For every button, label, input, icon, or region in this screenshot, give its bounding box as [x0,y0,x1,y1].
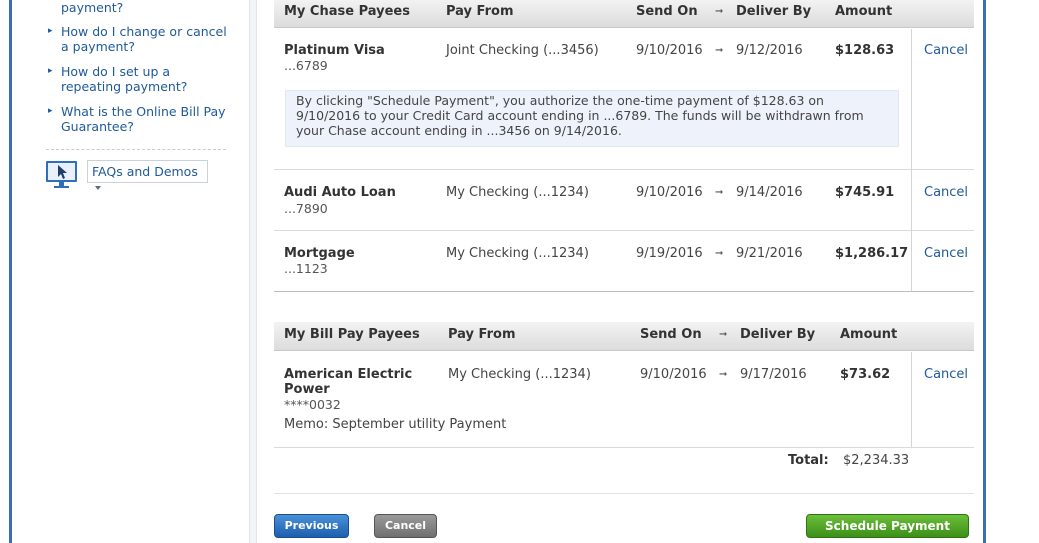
payment-amount: $73.62 [840,367,891,382]
total-value: $2,234.33 [843,453,910,468]
cancel-payment-link[interactable]: Cancel [924,185,968,200]
send-on-date: 9/10/2016 [636,43,703,58]
caret-down-icon [95,185,101,190]
sidebar-separator [249,0,257,543]
monitor-demo-icon[interactable] [45,158,78,190]
previous-button[interactable]: Previous [274,514,349,538]
authorization-notice: By clicking "Schedule Payment", you auth… [285,90,899,147]
cancel-payment-link[interactable]: Cancel [924,43,968,58]
deliver-by-date: 9/21/2016 [736,246,803,261]
sidebar-link-payment[interactable]: payment? [48,0,233,15]
table-bottom-border [274,291,974,292]
total-label: Total: [788,453,829,468]
payee-account: ...7890 [284,201,328,216]
header-pay-from: Pay From [448,327,516,342]
cancel-column-divider [911,352,912,447]
payee-name: Audi Auto Loan [284,185,396,200]
schedule-payment-button[interactable]: Schedule Payment [806,514,969,538]
arrow-right-icon: ➞ [719,369,728,380]
arrow-right-icon: ➞ [715,187,724,198]
payment-amount: $128.63 [835,43,895,58]
footer-divider [274,493,974,494]
header-deliver-by: Deliver By [736,4,812,19]
arrow-right-icon: ➞ [719,329,728,340]
header-send-on: Send On [636,4,698,19]
header-payee: My Bill Pay Payees [284,327,420,342]
billpay-table-header: My Bill Pay Payees Pay From Send On ➞ De… [274,322,974,351]
payee-account: ...6789 [284,58,328,73]
arrow-right-icon: ➞ [715,6,724,17]
header-deliver-by: Deliver By [740,327,816,342]
triangle-bullet-icon: ▸ [48,26,53,36]
send-on-date: 9/19/2016 [636,246,703,261]
arrow-right-icon: ➞ [715,45,724,56]
cancel-payment-link[interactable]: Cancel [924,246,968,261]
payment-amount: $1,286.17 [835,246,909,261]
payee-name: Platinum Visa [284,43,385,58]
payee-name: American Electric Power [284,367,413,397]
sidebar-link-repeating[interactable]: ▸ How do I set up a repeating payment? [48,64,233,94]
cancel-column-divider [911,29,912,291]
payment-memo: Memo: September utility Payment [284,417,507,432]
row-divider [274,447,974,448]
faqs-demos-dropdown[interactable]: FAQs and Demos [87,160,208,190]
header-payee: My Chase Payees [284,4,410,19]
payee-account: ...1123 [284,261,328,276]
payee-account: ****0032 [284,397,341,412]
cancel-button[interactable]: Cancel [374,514,437,538]
arrow-right-icon: ➞ [715,248,724,259]
payee-name: Mortgage [284,246,355,261]
sidebar-link-guarantee[interactable]: ▸ What is the Online Bill Pay Guarantee? [48,104,233,134]
header-send-on: Send On [640,327,702,342]
frame-right-border [983,0,986,543]
cancel-payment-link[interactable]: Cancel [924,367,968,382]
pay-from: Joint Checking (...3456) [446,43,599,58]
pay-from: My Checking (...1234) [446,185,589,200]
triangle-bullet-icon: ▸ [48,106,53,116]
sidebar-link-change-cancel[interactable]: ▸ How do I change or cancel a payment? [48,24,233,54]
payment-amount: $745.91 [835,185,895,200]
sidebar-divider [46,149,226,150]
page-left-margin [0,0,9,543]
deliver-by-date: 9/14/2016 [736,185,803,200]
send-on-date: 9/10/2016 [636,185,703,200]
triangle-bullet-icon: ▸ [48,66,53,76]
pay-from: My Checking (...1234) [448,367,591,382]
row-divider [274,230,974,231]
frame-left-border [9,0,12,543]
header-amount: Amount [840,327,898,342]
send-on-date: 9/10/2016 [640,367,707,382]
header-pay-from: Pay From [446,4,514,19]
deliver-by-date: 9/12/2016 [736,43,803,58]
header-amount: Amount [835,4,893,19]
row-divider [274,169,974,170]
deliver-by-date: 9/17/2016 [740,367,807,382]
pay-from: My Checking (...1234) [446,246,589,261]
chase-table-header: My Chase Payees Pay From Send On ➞ Deliv… [274,0,974,28]
